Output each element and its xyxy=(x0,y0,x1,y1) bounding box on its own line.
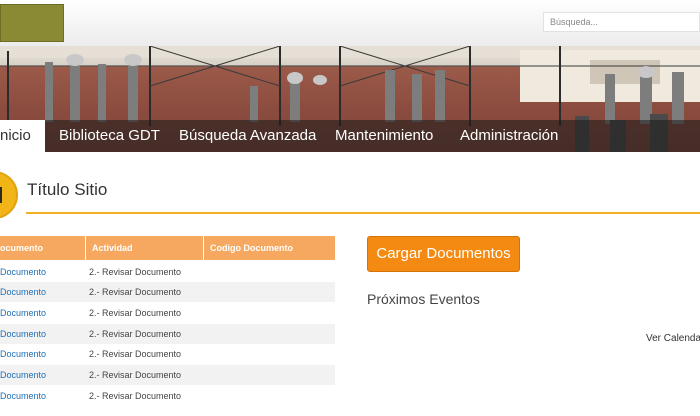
tab-biblioteca-gdt[interactable]: Biblioteca GDT xyxy=(59,120,160,152)
site-icon xyxy=(0,171,18,219)
activity-cell: 2.- Revisar Documento xyxy=(89,287,182,297)
document-link[interactable]: Documento xyxy=(0,282,86,302)
table-header: ocumento Actividad Codigo Documento xyxy=(0,236,335,260)
document-link[interactable]: Documento xyxy=(0,262,86,282)
site-logo[interactable] xyxy=(0,4,64,42)
table-row[interactable]: Documento 2.- Revisar Documento xyxy=(0,324,335,344)
cargar-documentos-button[interactable]: Cargar Documentos xyxy=(367,236,520,272)
document-link[interactable]: Documento xyxy=(0,386,86,406)
activity-cell: 2.- Revisar Documento xyxy=(89,267,182,277)
tab-inicio[interactable]: nicio xyxy=(0,120,45,152)
activity-cell: 2.- Revisar Documento xyxy=(89,349,182,359)
document-link[interactable]: Documento xyxy=(0,365,86,385)
activity-cell: 2.- Revisar Documento xyxy=(89,391,182,401)
table-row[interactable]: Documento 2.- Revisar Documento xyxy=(0,365,335,385)
tab-administracion[interactable]: Administración xyxy=(460,120,558,152)
document-link[interactable]: Documento xyxy=(0,303,86,323)
title-divider xyxy=(26,212,700,214)
tab-mantenimiento[interactable]: Mantenimiento xyxy=(335,120,433,152)
activity-cell: 2.- Revisar Documento xyxy=(89,308,182,318)
search-input[interactable] xyxy=(543,12,700,32)
document-link[interactable]: Documento xyxy=(0,344,86,364)
table-row[interactable]: Documento 2.- Revisar Documento xyxy=(0,344,335,364)
column-header-actividad[interactable]: Actividad xyxy=(86,236,204,260)
table-row[interactable]: Documento 2.- Revisar Documento xyxy=(0,303,335,323)
column-header-documento[interactable]: ocumento xyxy=(0,236,86,260)
table-row[interactable]: Documento 2.- Revisar Documento xyxy=(0,262,335,282)
page-title: Título Sitio xyxy=(27,180,108,199)
calendar-link[interactable]: Ver Calendar xyxy=(646,333,700,344)
document-link[interactable]: Documento xyxy=(0,324,86,344)
tab-busqueda-avanzada[interactable]: Búsqueda Avanzada xyxy=(179,120,316,152)
activity-cell: 2.- Revisar Documento xyxy=(89,370,182,380)
table-row[interactable]: Documento 2.- Revisar Documento xyxy=(0,386,335,406)
site-title-row: Título Sitio xyxy=(0,168,700,219)
table-row[interactable]: Documento 2.- Revisar Documento xyxy=(0,282,335,302)
column-header-codigo-documento[interactable]: Codigo Documento xyxy=(204,236,335,260)
events-title: Próximos Eventos xyxy=(367,291,480,307)
activity-cell: 2.- Revisar Documento xyxy=(89,329,182,339)
top-bar xyxy=(0,0,700,46)
main-nav: nicio Biblioteca GDT Búsqueda Avanzada M… xyxy=(0,120,700,152)
